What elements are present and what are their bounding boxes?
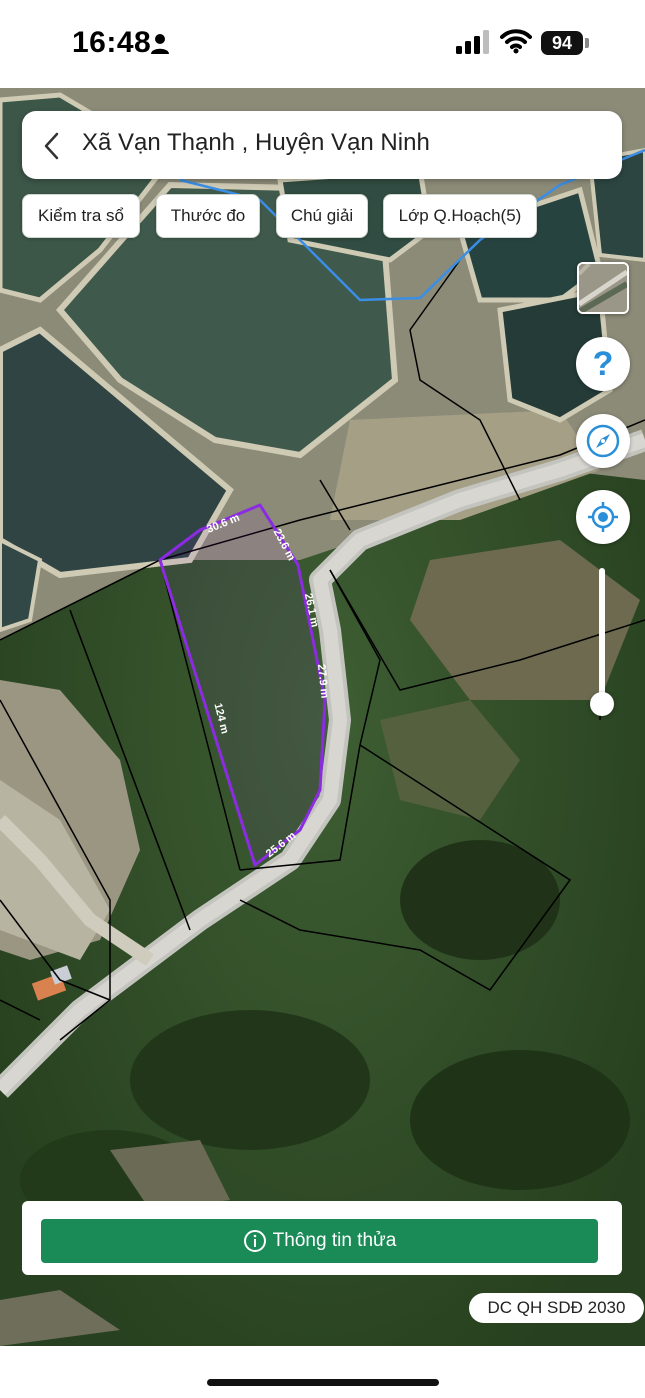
info-icon bbox=[243, 1230, 266, 1252]
satellite-map[interactable]: 30.6 m 23.6 m 26.1 m 27.9 m 25.6 m 124 m bbox=[0, 88, 645, 1346]
status-bar: 16:48 94 bbox=[0, 0, 645, 88]
check-book-button[interactable]: Kiểm tra sổ bbox=[22, 194, 140, 238]
home-indicator[interactable] bbox=[207, 1379, 439, 1386]
parcel-info-button[interactable]: Thông tin thửa bbox=[41, 1219, 598, 1263]
location-title: Xã Vạn Thạnh , Huyện Vạn Ninh bbox=[82, 129, 430, 156]
home-bar bbox=[0, 1346, 645, 1398]
battery-tip bbox=[585, 38, 589, 48]
location-header[interactable]: Xã Vạn Thạnh , Huyện Vạn Ninh bbox=[22, 111, 622, 179]
locate-icon bbox=[588, 502, 618, 532]
legend-button[interactable]: Chú giải bbox=[276, 194, 368, 238]
parcel-info-panel: Thông tin thửa bbox=[22, 1201, 622, 1275]
wifi-icon bbox=[500, 29, 532, 54]
status-time: 16:48 bbox=[72, 26, 152, 59]
help-button[interactable]: ? bbox=[576, 337, 630, 391]
signal-icon bbox=[456, 30, 489, 54]
zoom-slider[interactable] bbox=[599, 568, 605, 708]
planning-layer-button[interactable]: Lớp Q.Hoạch(5) bbox=[383, 194, 537, 238]
battery-icon: 94 bbox=[541, 31, 583, 55]
map-layer-icon bbox=[579, 264, 627, 312]
person-icon bbox=[151, 34, 169, 54]
ruler-button[interactable]: Thước đo bbox=[156, 194, 260, 238]
compass-icon bbox=[586, 424, 620, 458]
plan-badge[interactable]: DC QH SDĐ 2030 bbox=[469, 1293, 644, 1323]
chevron-left-icon[interactable] bbox=[40, 131, 64, 161]
help-icon: ? bbox=[592, 344, 614, 383]
map-canvas[interactable]: 30.6 m 23.6 m 26.1 m 27.9 m 25.6 m 124 m bbox=[0, 88, 645, 1346]
locate-button[interactable] bbox=[576, 490, 630, 544]
layer-thumbnail[interactable] bbox=[577, 262, 629, 314]
compass-button[interactable] bbox=[576, 414, 630, 468]
parcel-info-label: Thông tin thửa bbox=[272, 1230, 397, 1251]
zoom-slider-handle[interactable] bbox=[590, 692, 614, 716]
